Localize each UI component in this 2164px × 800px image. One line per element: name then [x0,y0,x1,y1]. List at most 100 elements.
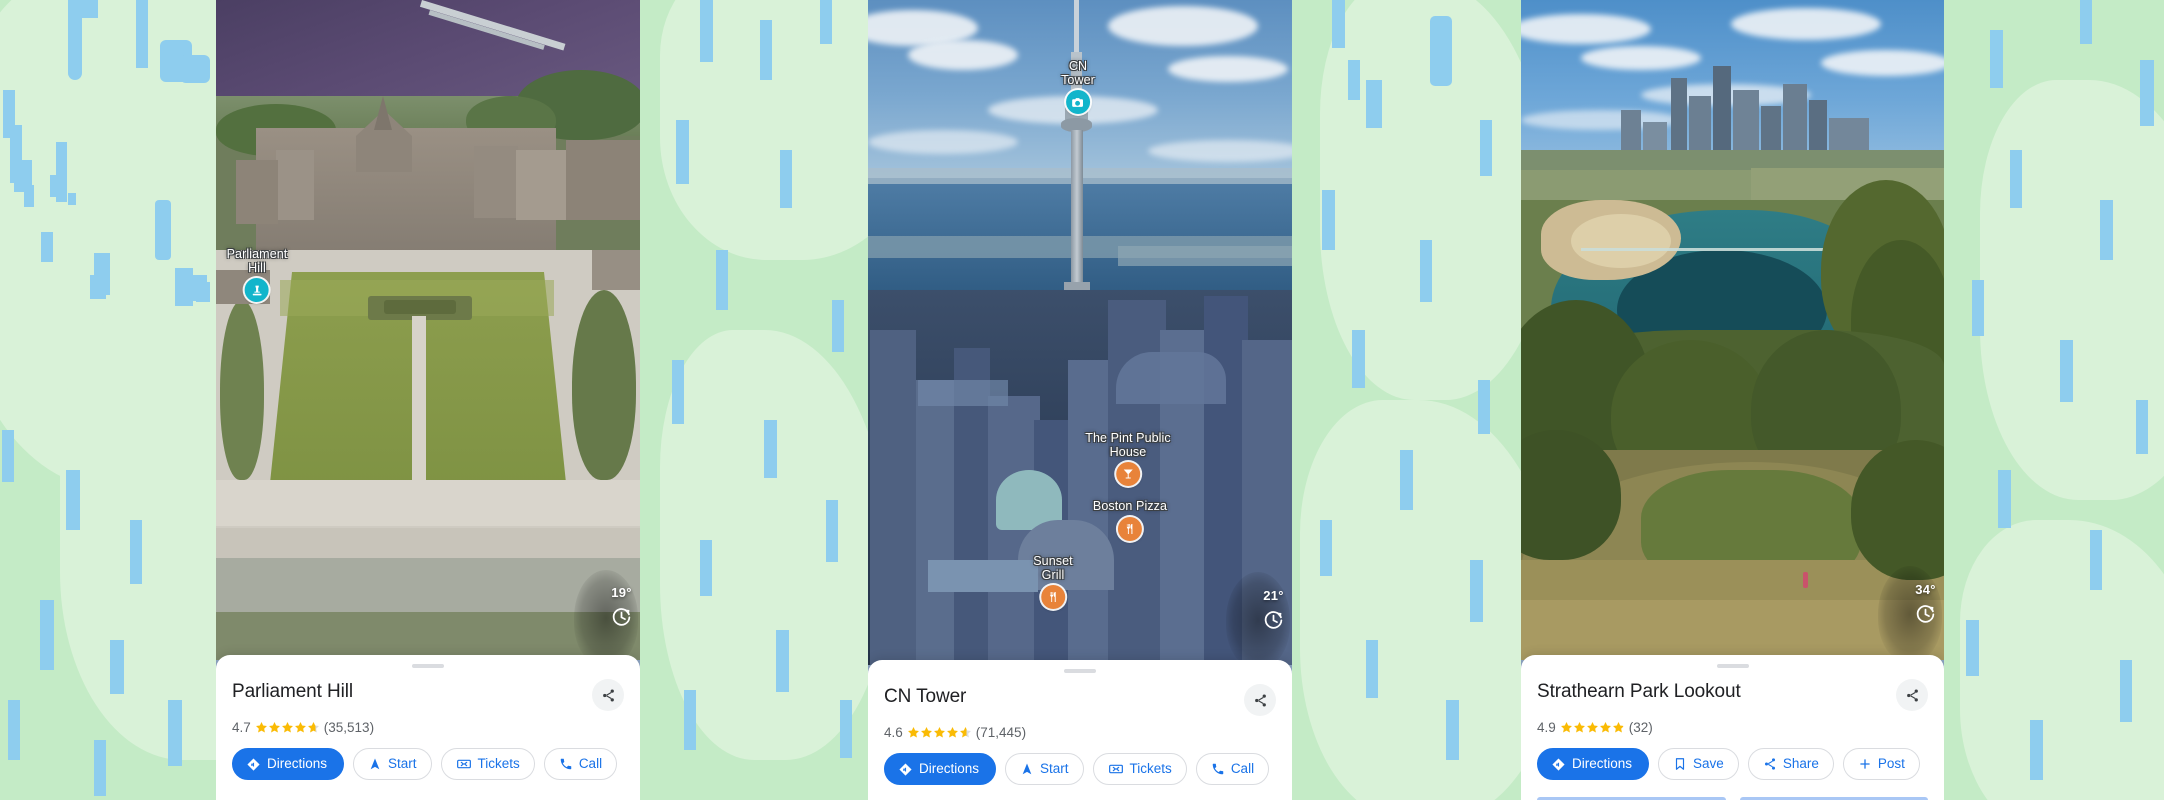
share-button[interactable] [592,679,624,711]
screenshot-stage: Parliament Hill 19° Parliament Hill 4.7 … [0,0,2164,800]
star-icon [1560,721,1572,733]
weather-badge[interactable]: 34° [1915,582,1936,629]
aerial-photo-cn-tower[interactable]: CN Tower The Pint Public House Boston Pi… [868,0,1292,665]
poi-label: Boston Pizza [1092,499,1168,513]
drag-handle[interactable] [412,664,444,668]
save-button[interactable]: Save [1658,748,1739,780]
poi-label: Sunset Grill [1033,554,1073,582]
star-icon [1599,721,1611,733]
drag-handle[interactable] [1716,664,1749,668]
poi-parliament-hill[interactable]: Parliament Hill [226,247,288,302]
place-title: CN Tower [884,686,967,707]
rating-row[interactable]: 4.9 (32) [1537,720,1928,735]
place-card-strathearn-park-lookout[interactable]: 34° Strathearn Park Lookout 4.9 (32) Dir… [1521,0,1944,800]
poi-the-pint-public-house[interactable]: The Pint Public House [1085,431,1171,486]
phone-icon [1212,763,1224,775]
poi-boston-pizza[interactable]: Boston Pizza [1092,499,1168,541]
clock-history-icon[interactable] [1915,603,1936,629]
restaurant-icon[interactable] [1041,585,1065,609]
share-icon [602,689,614,701]
aerial-photo-strathearn-park-lookout[interactable]: 34° [1521,0,1944,660]
camera-icon[interactable] [1066,90,1090,114]
call-button[interactable]: Call [1195,753,1270,785]
share-button[interactable] [1896,679,1928,711]
rating-row[interactable]: 4.7 (35,513) [232,720,624,735]
star-icon [946,726,958,738]
clock-history-icon[interactable] [611,606,632,632]
start-button[interactable]: Start [353,748,432,780]
place-sheet-parliament-hill[interactable]: Parliament Hill 4.7 (35,513) Directions [216,655,640,800]
tickets-button[interactable]: Tickets [440,748,535,780]
action-chips-strathearn-park-lookout[interactable]: Directions Save Share Post [1537,748,1928,788]
post-button[interactable]: Post [1842,748,1920,780]
chip-label: Save [1693,756,1724,772]
review-count: (35,513) [323,720,375,735]
star-icon [907,726,919,738]
place-title: Parliament Hill [232,681,353,702]
chip-label: Post [1877,756,1905,772]
star-icon [268,721,280,733]
temperature-label: 21° [1263,588,1284,603]
poi-sunset-grill[interactable]: Sunset Grill [1033,554,1073,609]
rating-value: 4.7 [232,720,251,735]
chip-label: Start [388,756,417,772]
ticket-icon [1108,764,1123,774]
tickets-button[interactable]: Tickets [1092,753,1187,785]
rating-value: 4.6 [884,725,903,740]
directions-icon [899,762,912,776]
star-icon [1612,721,1624,733]
star-icon [920,726,932,738]
directions-icon [1552,757,1565,771]
place-sheet-strathearn-park-lookout[interactable]: Strathearn Park Lookout 4.9 (32) Directi… [1521,655,1944,800]
chip-label: Tickets [477,756,520,772]
aerial-photo-parliament-hill[interactable]: Parliament Hill 19° [216,0,640,660]
chip-label: Start [1040,761,1069,777]
star-icon [933,726,945,738]
rating-value: 4.9 [1537,720,1556,735]
poi-label: Parliament Hill [226,247,288,275]
restaurant-icon[interactable] [1118,516,1142,541]
clock-history-icon[interactable] [1263,609,1284,635]
action-chips-cn-tower[interactable]: Directions Start Tickets Call [884,753,1276,793]
place-card-parliament-hill[interactable]: Parliament Hill 19° Parliament Hill 4.7 … [216,0,640,800]
share-icon [1254,694,1266,706]
directions-button[interactable]: Directions [884,753,997,785]
directions-button[interactable]: Directions [232,748,345,780]
plus-icon [1860,759,1870,769]
action-chips-parliament-hill[interactable]: Directions Start Tickets Call [232,748,624,788]
chip-label: Call [1230,761,1255,777]
temperature-label: 34° [1915,582,1936,597]
review-count: (71,445) [975,725,1027,740]
poi-label: CN Tower [1061,59,1095,87]
star-icon [1586,721,1598,733]
start-button[interactable]: Start [1005,753,1084,785]
share-button[interactable] [1244,684,1276,716]
place-sheet-cn-tower[interactable]: CN Tower 4.6 (71,445) Directions Start T… [868,660,1292,800]
chip-label: Tickets [1129,761,1172,777]
directions-button[interactable]: Directions [1537,748,1650,780]
star-rating [255,721,320,734]
rating-row[interactable]: 4.6 (71,445) [884,725,1276,740]
drag-handle[interactable] [1064,669,1096,673]
phone-icon [560,758,572,770]
navigation-arrow-icon [1022,763,1032,775]
share-chip-button[interactable]: Share [1747,748,1834,780]
weather-badge[interactable]: 21° [1263,588,1284,635]
call-button[interactable]: Call [543,748,618,780]
chip-label: Call [578,756,603,772]
chip-label: Directions [1572,756,1633,772]
star-icon [281,721,293,733]
poi-cn-tower[interactable]: CN Tower [1061,59,1095,114]
review-count: (32) [1628,720,1653,735]
star-icon [255,721,267,733]
monument-icon[interactable] [245,278,269,302]
directions-icon [247,757,260,771]
weather-badge[interactable]: 19° [611,585,632,632]
ticket-icon [456,759,471,769]
cocktail-icon[interactable] [1115,462,1140,486]
place-card-cn-tower[interactable]: CN Tower The Pint Public House Boston Pi… [868,0,1292,800]
poi-label: The Pint Public House [1085,431,1171,459]
star-rating [907,726,972,739]
chip-label: Directions [267,756,328,772]
share-icon [1906,689,1918,701]
